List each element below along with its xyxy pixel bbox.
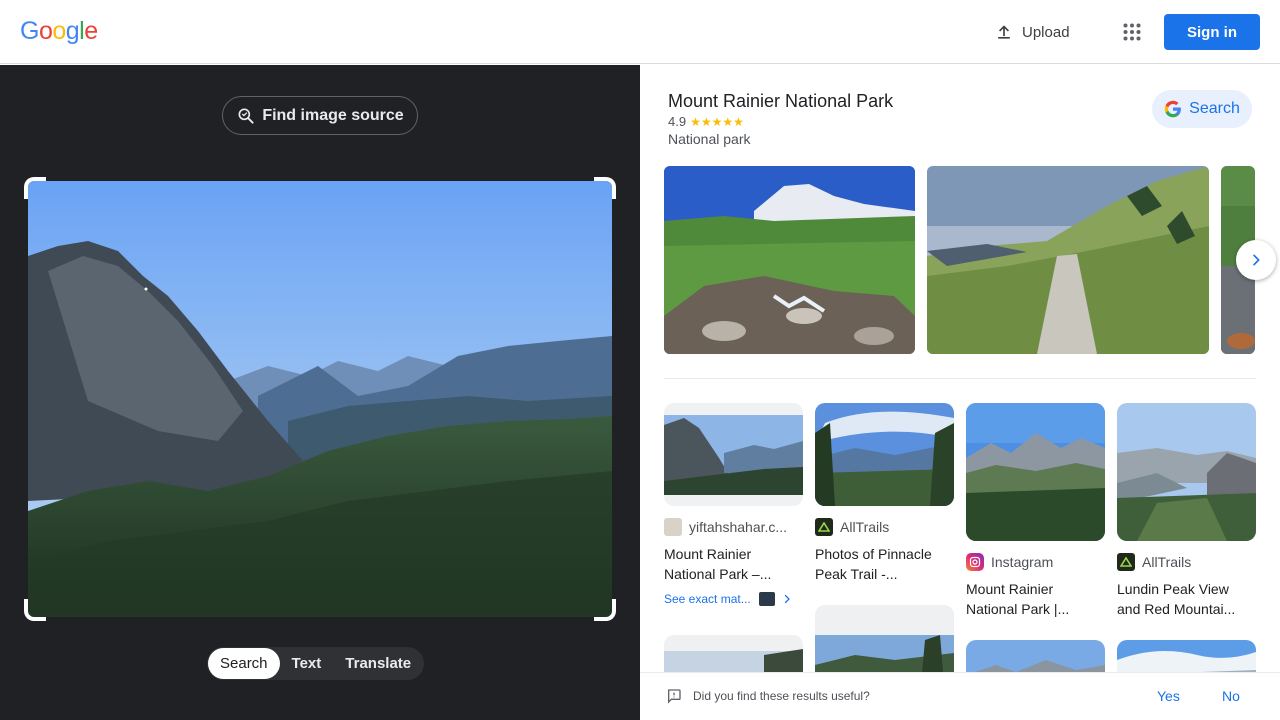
result-source-label: Instagram bbox=[991, 554, 1054, 570]
upload-button[interactable]: Upload bbox=[984, 12, 1080, 52]
result-thumbnail bbox=[815, 403, 954, 506]
carousel-next-button[interactable] bbox=[1236, 240, 1276, 280]
result-source-label: AllTrails bbox=[1142, 554, 1192, 570]
query-photo bbox=[28, 181, 612, 617]
alltrails-icon bbox=[1117, 553, 1135, 571]
feedback-yes-button[interactable]: Yes bbox=[1157, 688, 1180, 704]
result-thumbnail bbox=[1117, 403, 1256, 541]
result-source: yiftahshahar.c... bbox=[664, 518, 803, 536]
feedback-icon bbox=[667, 689, 681, 704]
upload-label: Upload bbox=[1022, 23, 1070, 41]
tab-translate[interactable]: Translate bbox=[333, 648, 423, 679]
rating-value: 4.9 bbox=[668, 114, 687, 129]
tab-search[interactable]: Search bbox=[208, 648, 280, 679]
logo-letter: g bbox=[65, 17, 80, 45]
result-title[interactable]: Mount Rainier National Park –... bbox=[664, 544, 803, 584]
google-g-icon bbox=[1164, 100, 1182, 118]
alltrails-icon bbox=[815, 518, 833, 536]
apps-button[interactable] bbox=[1112, 12, 1152, 52]
chevron-right-icon bbox=[1253, 254, 1260, 266]
chevron-right-icon bbox=[784, 594, 790, 604]
crop-selection[interactable] bbox=[24, 177, 616, 621]
lens-search-icon bbox=[238, 108, 254, 124]
logo-letter: e bbox=[84, 17, 98, 45]
result-source-label: yiftahshahar.c... bbox=[689, 519, 788, 535]
entity-rating: 4.9 ★★★★★ bbox=[668, 114, 744, 129]
exact-match-thumbnail-icon bbox=[758, 592, 775, 606]
site-favicon-icon bbox=[664, 518, 682, 536]
upload-icon bbox=[998, 25, 1010, 39]
sign-in-button[interactable]: Sign in bbox=[1164, 14, 1260, 50]
logo-letter: o bbox=[52, 17, 66, 45]
result-source: Instagram bbox=[966, 553, 1105, 571]
find-image-source-button[interactable]: Find image source bbox=[222, 96, 418, 135]
entity-search-label: Search bbox=[1189, 100, 1240, 117]
top-bar: Google Upload Sign in bbox=[0, 0, 1280, 64]
see-exact-matches-link[interactable]: See exact mat... bbox=[664, 592, 803, 606]
crop-handle-bottom-left[interactable] bbox=[24, 599, 46, 621]
crop-handle-bottom-right[interactable] bbox=[594, 599, 616, 621]
query-image-panel: Find image source Search Text Translate bbox=[0, 65, 640, 720]
section-divider bbox=[664, 378, 1256, 379]
entity-search-button[interactable]: Search bbox=[1152, 90, 1252, 128]
result-card[interactable]: AllTrails Photos of Pinnacle Peak Trail … bbox=[815, 403, 954, 584]
result-title[interactable]: Lundin Peak View and Red Mountai... bbox=[1117, 579, 1256, 619]
entity-photo-2[interactable] bbox=[927, 166, 1209, 354]
results-panel: Mount Rainier National Park 4.9 ★★★★★ Na… bbox=[640, 65, 1280, 720]
feedback-no-button[interactable]: No bbox=[1222, 688, 1240, 704]
crop-handle-top-left[interactable] bbox=[24, 177, 46, 199]
mode-tabs: Search Text Translate bbox=[207, 647, 425, 680]
feedback-question: Did you find these results useful? bbox=[693, 689, 870, 703]
result-source: AllTrails bbox=[1117, 553, 1256, 571]
crop-handle-top-right[interactable] bbox=[594, 177, 616, 199]
instagram-icon bbox=[966, 553, 984, 571]
result-card[interactable]: yiftahshahar.c... Mount Rainier National… bbox=[664, 403, 803, 606]
star-rating-icon: ★★★★★ bbox=[690, 114, 744, 129]
see-exact-matches-label: See exact mat... bbox=[664, 592, 751, 606]
find-image-source-label: Find image source bbox=[262, 106, 404, 124]
result-source-label: AllTrails bbox=[840, 519, 890, 535]
result-card[interactable]: AllTrails Lundin Peak View and Red Mount… bbox=[1117, 403, 1256, 619]
result-thumbnail bbox=[664, 403, 803, 506]
result-title[interactable]: Photos of Pinnacle Peak Trail -... bbox=[815, 544, 954, 584]
google-logo[interactable]: Google bbox=[20, 17, 98, 46]
feedback-bar: Did you find these results useful? Yes N… bbox=[640, 672, 1280, 720]
apps-grid-icon bbox=[1123, 23, 1141, 41]
result-source: AllTrails bbox=[815, 518, 954, 536]
result-thumbnail bbox=[966, 403, 1105, 541]
tab-text[interactable]: Text bbox=[280, 648, 334, 679]
result-card[interactable]: Instagram Mount Rainier National Park |.… bbox=[966, 403, 1105, 619]
entity-photo-1[interactable] bbox=[664, 166, 915, 354]
logo-letter: o bbox=[38, 17, 53, 45]
logo-letter: G bbox=[20, 17, 39, 45]
entity-title[interactable]: Mount Rainier National Park bbox=[668, 91, 893, 112]
result-title[interactable]: Mount Rainier National Park |... bbox=[966, 579, 1105, 619]
entity-type: National park bbox=[668, 131, 751, 147]
